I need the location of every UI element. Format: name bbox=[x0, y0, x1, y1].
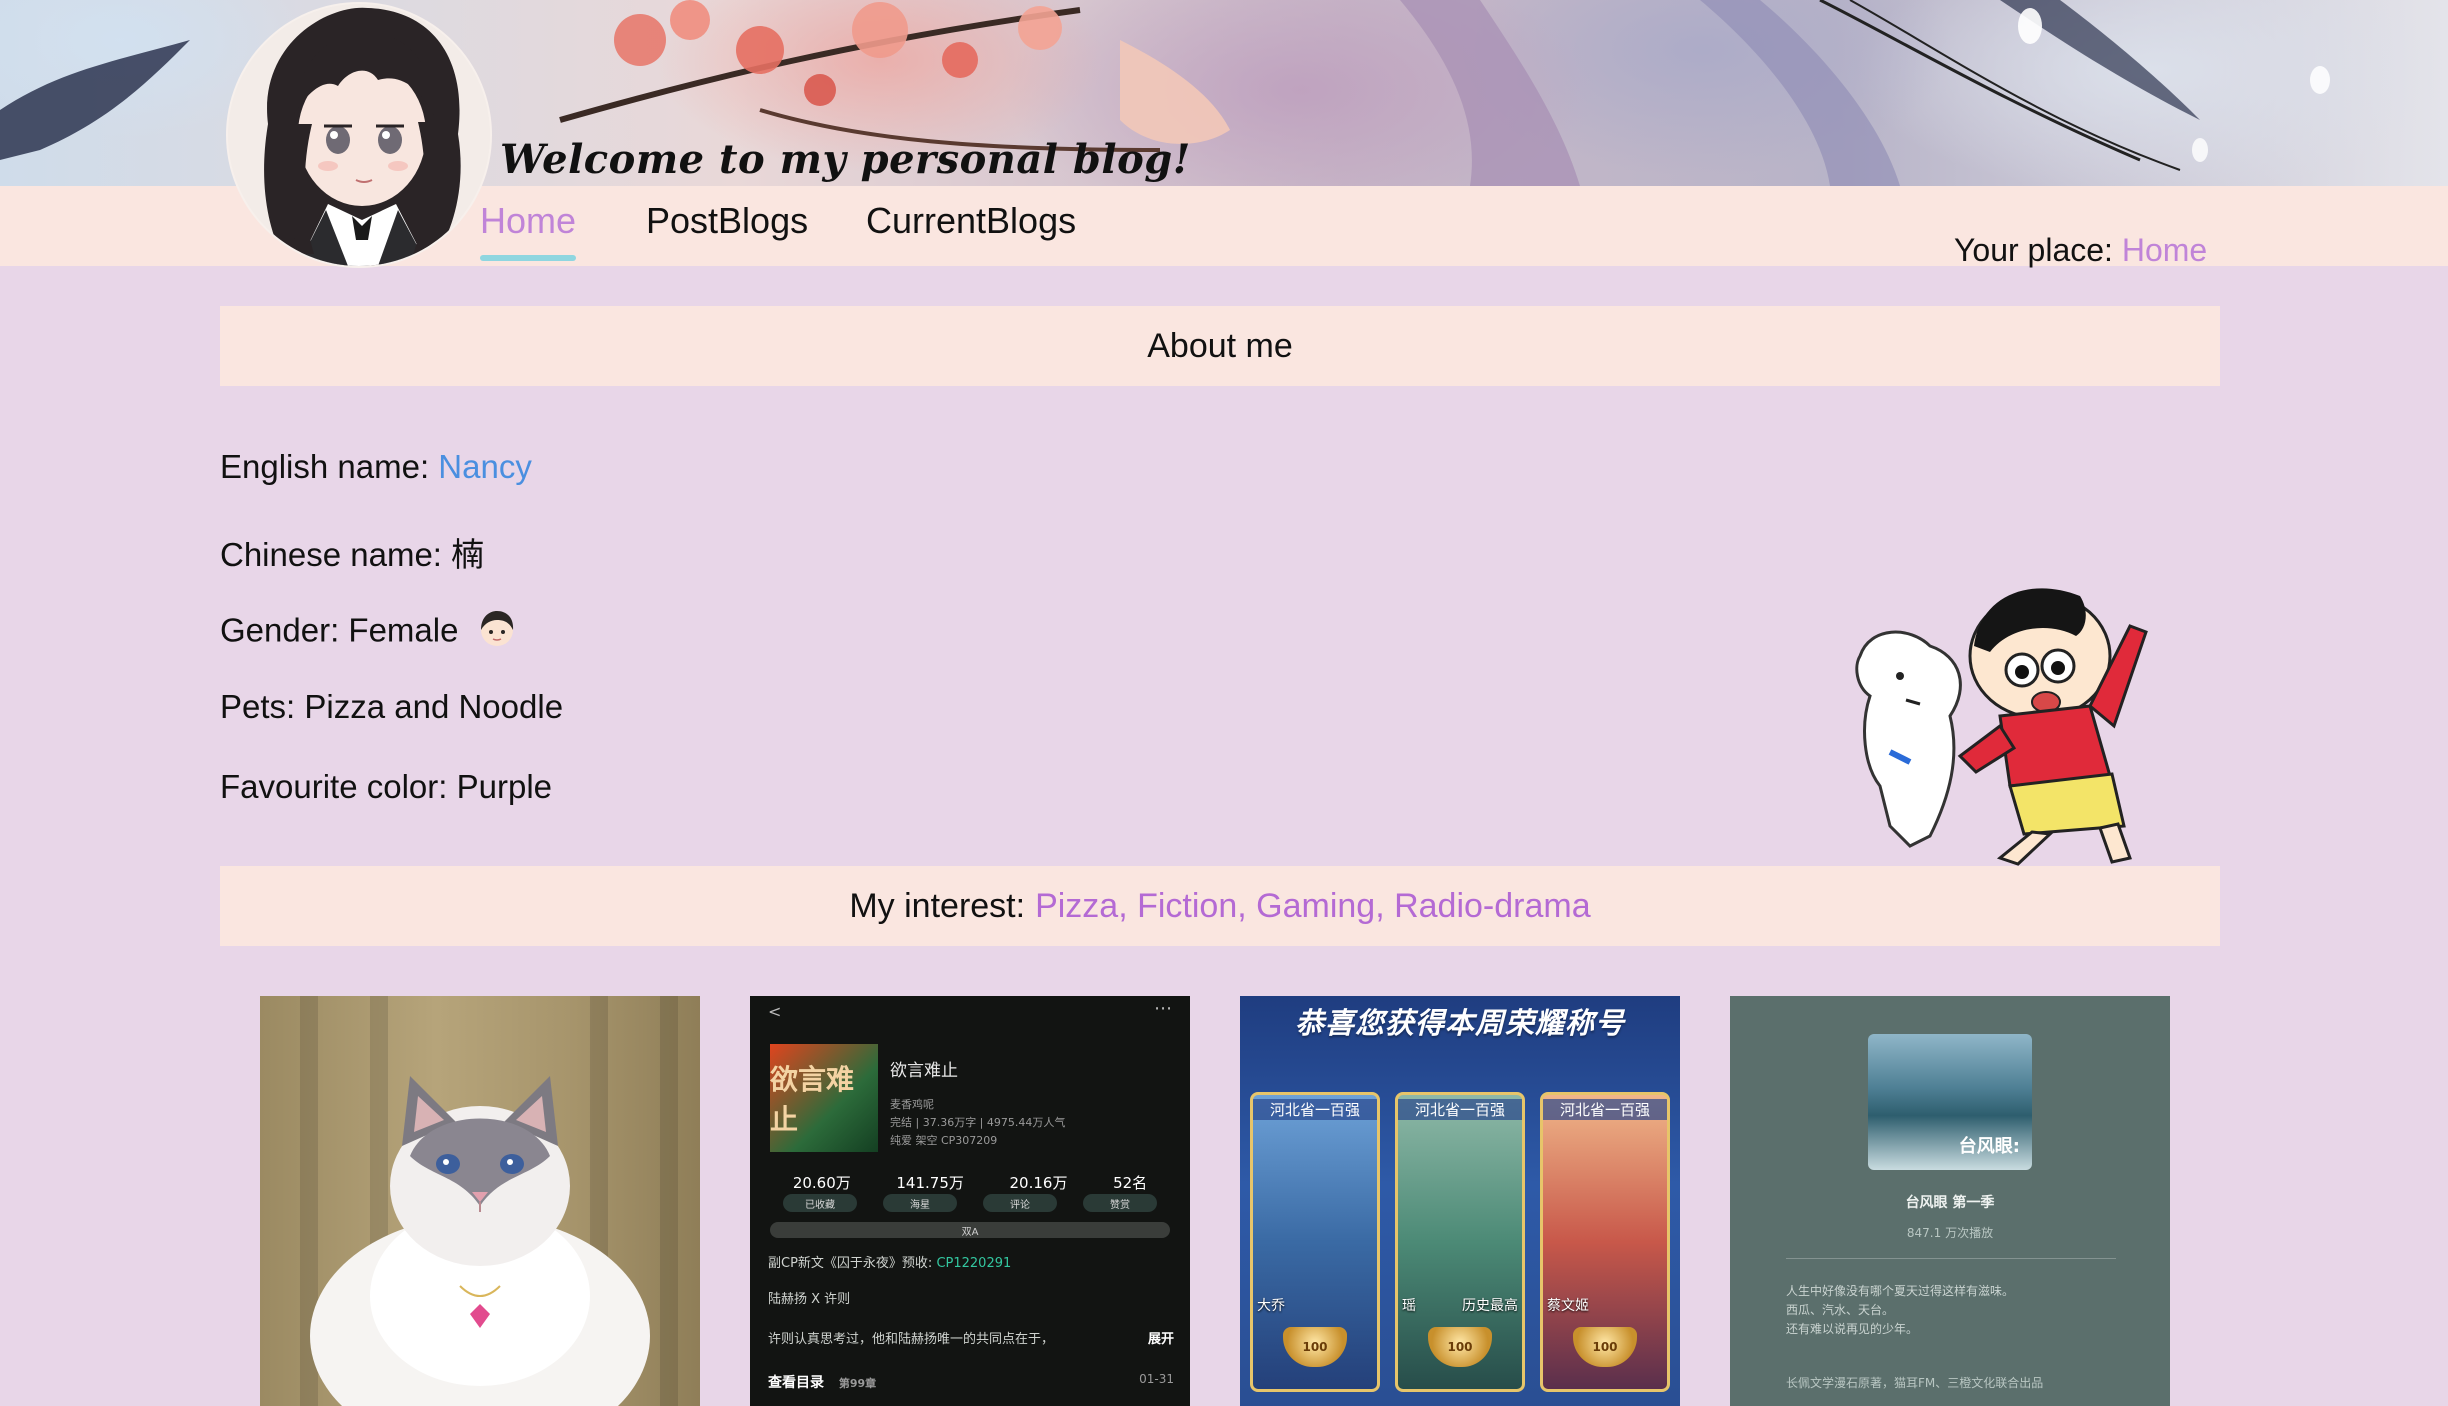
nav-postblogs-link[interactable]: PostBlogs bbox=[646, 200, 808, 242]
radio-desc-line: 人生中好像没有哪个夏天过得这样有滋味。 bbox=[1786, 1284, 2015, 1298]
hero-name: 蔡文姬 bbox=[1547, 1298, 1589, 1314]
english-name-row: English name: Nancy bbox=[220, 448, 532, 486]
radio-cover-text: 台风眼: bbox=[1958, 1136, 2020, 1157]
cartoon-sticker bbox=[1850, 566, 2160, 866]
novel-tags: 纯爱 架空 CP307209 bbox=[890, 1134, 998, 1147]
back-arrow-icon: < bbox=[768, 1002, 782, 1021]
pets-row: Pets: Pizza and Noodle bbox=[220, 688, 563, 726]
breadcrumb-label: Your place: bbox=[1954, 232, 2113, 268]
rank-badge: 100 bbox=[1283, 1327, 1347, 1367]
favourite-color-label: Favourite color: bbox=[220, 768, 448, 805]
photo-gaming-honor: 恭喜您获得本周荣耀称号 河北省一百强 大乔 100 河北省一百强 瑶 历史最高 … bbox=[1240, 996, 1680, 1406]
hero-name: 大乔 bbox=[1257, 1298, 1285, 1314]
favourite-color-row: Favourite color: Purple bbox=[220, 768, 552, 806]
hero-card: 河北省一百强 大乔 100 bbox=[1250, 1092, 1380, 1392]
radio-credit: 长佩文学漫石原著，猫耳FM、三橙文化联合出品 bbox=[1786, 1376, 2044, 1390]
novel-line: 副CP新文《囚于永夜》预收: CP1220291 bbox=[768, 1252, 1011, 1271]
hero-name: 瑶 bbox=[1402, 1298, 1416, 1314]
cartoon-boy-dog-icon bbox=[1855, 588, 2148, 866]
rank-badge: 100 bbox=[1428, 1327, 1492, 1367]
interest-label: My interest: bbox=[849, 886, 1026, 925]
favourite-color-value: Purple bbox=[456, 768, 552, 805]
hero-card-label: 河北省一百强 bbox=[1398, 1099, 1522, 1120]
hero-card: 河北省一百强 瑶 历史最高 100 bbox=[1395, 1092, 1525, 1392]
novel-pill: 赞赏 bbox=[1083, 1194, 1157, 1212]
novel-expand: 展开 bbox=[1147, 1332, 1174, 1347]
novel-number: 141.75万 bbox=[896, 1174, 964, 1192]
rank-badge: 100 bbox=[1573, 1327, 1637, 1367]
pets-label: Pets: bbox=[220, 688, 296, 725]
novel-toc-label: 查看目录 bbox=[768, 1375, 824, 1391]
radio-title: 台风眼 第一季 bbox=[1905, 1195, 1995, 1211]
avatar bbox=[228, 4, 490, 266]
novel-pill: 已收藏 bbox=[783, 1194, 857, 1212]
radio-cover: 台风眼: bbox=[1868, 1034, 2032, 1170]
more-icon: ⋯ bbox=[1154, 998, 1172, 1019]
chinese-name-label: Chinese name: bbox=[220, 536, 442, 573]
hero-card-label: 河北省一百强 bbox=[1543, 1099, 1667, 1120]
radio-plays: 847.1 万次播放 bbox=[1906, 1226, 1994, 1240]
radio-divider bbox=[1786, 1258, 2116, 1259]
gender-label: Gender: bbox=[220, 611, 340, 649]
novel-toc-chapter: 第99章 bbox=[838, 1377, 877, 1390]
novel-number: 20.16万 bbox=[1009, 1174, 1068, 1192]
about-me-heading-bar: About me bbox=[220, 306, 2220, 386]
radio-description: 人生中好像没有哪个夏天过得这样有滋味。 西瓜、汽水、天台。 还有难以说再见的少年… bbox=[1786, 1282, 2116, 1339]
novel-line: 许则认真思考过，他和陆赫扬唯一的共同点在于， bbox=[768, 1332, 1055, 1347]
radio-desc-line: 西瓜、汽水、天台。 bbox=[1786, 1303, 1895, 1317]
novel-line-text: 副CP新文《囚于永夜》预收: bbox=[768, 1256, 933, 1271]
english-name-value: Nancy bbox=[438, 448, 532, 485]
interest-values: Pizza, Fiction, Gaming, Radio-drama bbox=[1035, 886, 1591, 925]
novel-author: 麦香鸡呢 bbox=[890, 1098, 934, 1111]
novel-title: 欲言难止 bbox=[890, 1061, 958, 1081]
novel-number: 20.60万 bbox=[792, 1174, 851, 1192]
novel-number: 52名 bbox=[1113, 1174, 1148, 1192]
photo-pizza-cat bbox=[260, 996, 700, 1406]
hero-card: 河北省一百强 蔡文姬 100 bbox=[1540, 1092, 1670, 1392]
novel-pill: 海星 bbox=[883, 1194, 957, 1212]
chinese-name-row: Chinese name: 楠 bbox=[220, 528, 484, 576]
welcome-title: Welcome to my personal blog! bbox=[500, 136, 1191, 183]
novel-date: 01-31 bbox=[1139, 1372, 1174, 1386]
chinese-name-value: 楠 bbox=[451, 536, 485, 573]
novel-action-pills: 已收藏 海星 评论 赞赏 bbox=[770, 1194, 1170, 1212]
novel-numbers: 20.60万 141.75万 20.16万 52名 bbox=[770, 1172, 1170, 1193]
gender-value: Female bbox=[348, 611, 459, 649]
novel-tag-bar: 双A bbox=[770, 1222, 1170, 1238]
hero-extra: 历史最高 bbox=[1462, 1298, 1518, 1314]
novel-toc: 查看目录 第99章 bbox=[768, 1372, 876, 1392]
novel-cp-link: CP1220291 bbox=[936, 1256, 1012, 1271]
hero-card-label: 河北省一百强 bbox=[1253, 1099, 1377, 1120]
nav-active-underline bbox=[480, 255, 576, 261]
about-me-heading: About me bbox=[1147, 326, 1293, 365]
novel-stats: 完结 | 37.36万字 | 4975.44万人气 bbox=[890, 1116, 1066, 1129]
pets-value: Pizza and Noodle bbox=[304, 688, 564, 725]
interest-bar: My interest: Pizza, Fiction, Gaming, Rad… bbox=[220, 866, 2220, 946]
photo-fiction-app: < ⋯ 欲言难止 欲言难止 麦香鸡呢 完结 | 37.36万字 | 4975.4… bbox=[750, 996, 1190, 1406]
novel-cover: 欲言难止 bbox=[770, 1044, 878, 1152]
nav-currentblogs-link[interactable]: CurrentBlogs bbox=[866, 200, 1076, 242]
radio-desc-line: 还有难以说再见的少年。 bbox=[1786, 1322, 1919, 1336]
breadcrumb-current[interactable]: Home bbox=[2122, 232, 2207, 268]
ragdoll-cat-image bbox=[310, 1076, 650, 1406]
novel-cover-text: 欲言难止 bbox=[770, 1063, 855, 1136]
girl-face-icon bbox=[476, 608, 518, 658]
novel-pill: 评论 bbox=[983, 1194, 1057, 1212]
gender-row: Gender: Female bbox=[220, 608, 518, 658]
avatar-girl-illustration bbox=[228, 4, 490, 266]
breadcrumb: Your place: Home bbox=[1954, 232, 2207, 269]
novel-line: 陆赫扬 X 许则 bbox=[768, 1292, 851, 1307]
english-name-label: English name: bbox=[220, 448, 430, 485]
photo-radio-drama: 台风眼: 台风眼 第一季 847.1 万次播放 人生中好像没有哪个夏天过得这样有… bbox=[1730, 996, 2170, 1406]
gaming-title: 恭喜您获得本周荣耀称号 bbox=[1294, 1006, 1625, 1040]
nav-home-link[interactable]: Home bbox=[480, 200, 576, 242]
